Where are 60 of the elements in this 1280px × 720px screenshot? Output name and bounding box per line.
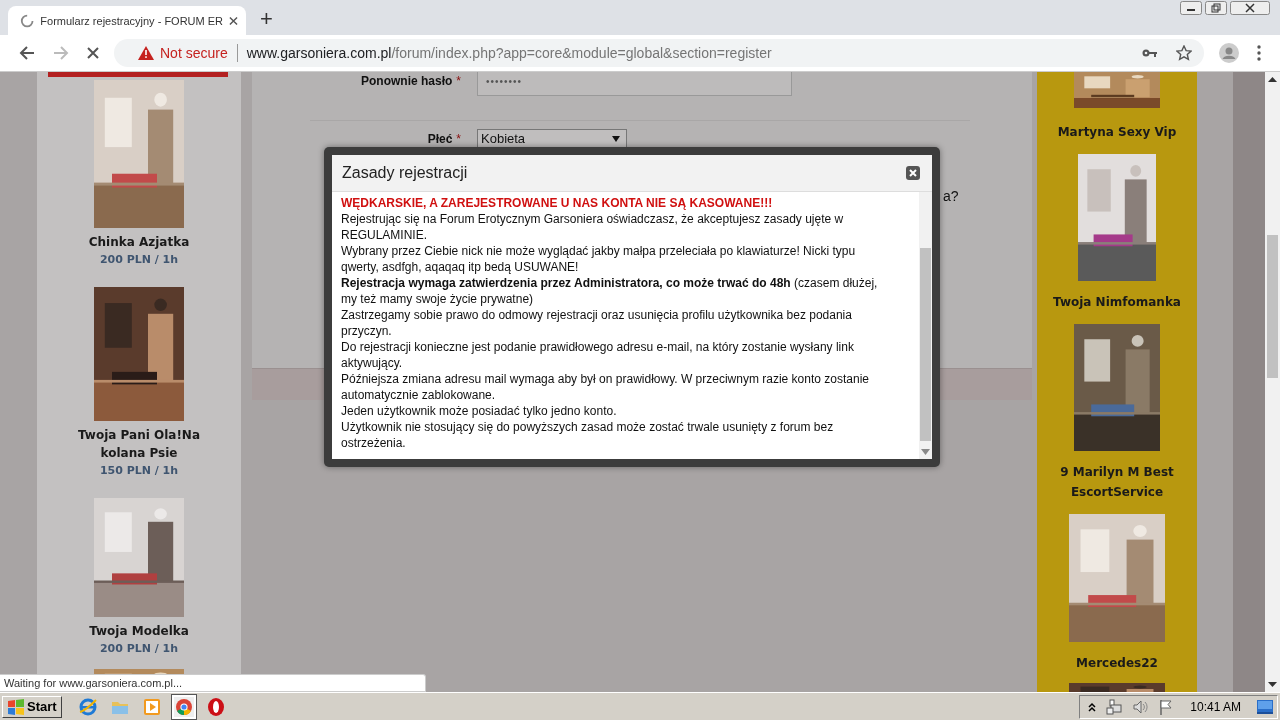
rule-text: Rejestrując się na Forum Erotycznym Garsoniera oświadczasz, że akceptujesz zasady ujęte w REGULAMINIE. [341, 211, 845, 243]
field-label: Płeć [427, 131, 453, 146]
password-field[interactable]: •••••••• [477, 72, 792, 96]
rule-text: Wybrany przez Ciebie nick nie może wyglądać jakby małpa przeleciała po klawiaturze! Nicki typu qwerty, asdfgh, aqaqaq itp bedą USUWANE! [341, 243, 857, 275]
dropdown-arrow-icon [612, 135, 620, 142]
chrome-icon[interactable] [173, 696, 194, 717]
ie-icon[interactable] [77, 696, 98, 717]
address-bar[interactable]: Not secure www.garsoniera.com.pl/forum/index.php?app=core&module=global&section=register [114, 39, 1204, 67]
status-tooltip: Waiting for www.garsoniera.com.pl... [0, 674, 426, 692]
ad-title[interactable]: Mercedes22 [1076, 653, 1158, 673]
rule-text: Jeden użytkownik może posiadać tylko jedno konto. [341, 403, 618, 419]
minimize-icon[interactable] [1180, 1, 1202, 15]
rule-text: Użytkownik nie stosujący się do powyższych zasad może zostać trwale usunięty z forum bez ostrzeżenia. [341, 419, 835, 451]
tab-title: Formularz rejestracyjny - FORUM ER [40, 14, 224, 27]
key-icon[interactable] [1142, 48, 1158, 58]
rule-text: Do rejestracji konieczne jest podanie prawidłowego adresu e-mail, na który zostanie wysłany link aktywujący. [341, 339, 855, 371]
rule-text: Rejestracja wymaga zatwierdzenia przez Administratora, co może trwać do 48h (czasem dłużej, my też mamy swoje życie prywatne) [341, 275, 879, 307]
ad-title[interactable]: Twoja Nimfomanka [1053, 292, 1181, 312]
volume-icon[interactable] [1132, 698, 1149, 715]
close-tab-icon[interactable] [229, 15, 238, 26]
rule-text: Późniejsza zmiana adresu mail wymaga aby był on prawidłowy. W przeciwnym razie konto zostanie automatycznie zablokowane. [341, 371, 870, 403]
browser-tab[interactable]: Formularz rejestracyjny - FORUM ER [8, 6, 246, 35]
ad-title[interactable]: 9 Marilyn M Best EscortService [1042, 462, 1192, 502]
windows-logo-icon [7, 698, 25, 715]
required-mark: * [456, 74, 461, 88]
start-button[interactable]: Start [2, 695, 62, 718]
new-tab-button[interactable]: + [260, 7, 273, 31]
ad-title[interactable]: Martyna Sexy Vip [1057, 122, 1177, 142]
star-icon[interactable] [1176, 45, 1192, 61]
warning-icon [138, 46, 154, 60]
profile-icon[interactable] [1219, 43, 1239, 63]
price-text: 200 PLN / 1h [99, 641, 179, 657]
show-desktop-icon[interactable] [1257, 699, 1273, 714]
clock: 10:41 AM [1190, 699, 1241, 714]
ad-title[interactable]: Twoja Pani Ola!Na kolana Psie [54, 426, 224, 462]
url-text: www.garsoniera.com.pl/forum/index.php?app=core&module=global&section=register [246, 45, 772, 61]
opera-icon[interactable] [205, 696, 226, 717]
rule-text: Zastrzegamy sobie prawo do odmowy rejestracji oraz usunięcia profilu użytkownika bez podania przyczyn. [341, 307, 853, 339]
restore-icon[interactable] [1205, 1, 1227, 15]
flag-icon[interactable] [1158, 698, 1175, 715]
stop-icon[interactable] [87, 47, 99, 59]
scrollbar[interactable] [1265, 72, 1280, 692]
scrollbar[interactable] [919, 192, 932, 459]
security-label: Not secure [160, 45, 228, 61]
menu-icon[interactable] [1257, 45, 1261, 61]
field-label: Ponownie hasło [361, 74, 453, 88]
chevron-icon[interactable] [1088, 701, 1097, 712]
network-icon[interactable] [1106, 698, 1123, 715]
close-icon[interactable] [1230, 1, 1270, 15]
warning-text: WĘDKARSKIE, A ZAREJESTROWANE U NAS KONTA NIE SĄ KASOWANE!!! [341, 195, 774, 211]
ad-title[interactable]: Twoja Modelka [89, 622, 189, 640]
dialog-title: Zasady rejestracji [342, 164, 468, 182]
ad-title[interactable]: Chinka Azjatka [88, 233, 190, 251]
required-mark: * [456, 131, 461, 146]
close-icon[interactable] [906, 166, 920, 180]
question-text: a? [943, 188, 959, 204]
price-text: 150 PLN / 1h [99, 463, 179, 479]
price-text: 200 PLN / 1h [99, 252, 179, 268]
back-icon[interactable] [19, 45, 35, 61]
scrollbar-thumb[interactable] [1267, 235, 1278, 378]
